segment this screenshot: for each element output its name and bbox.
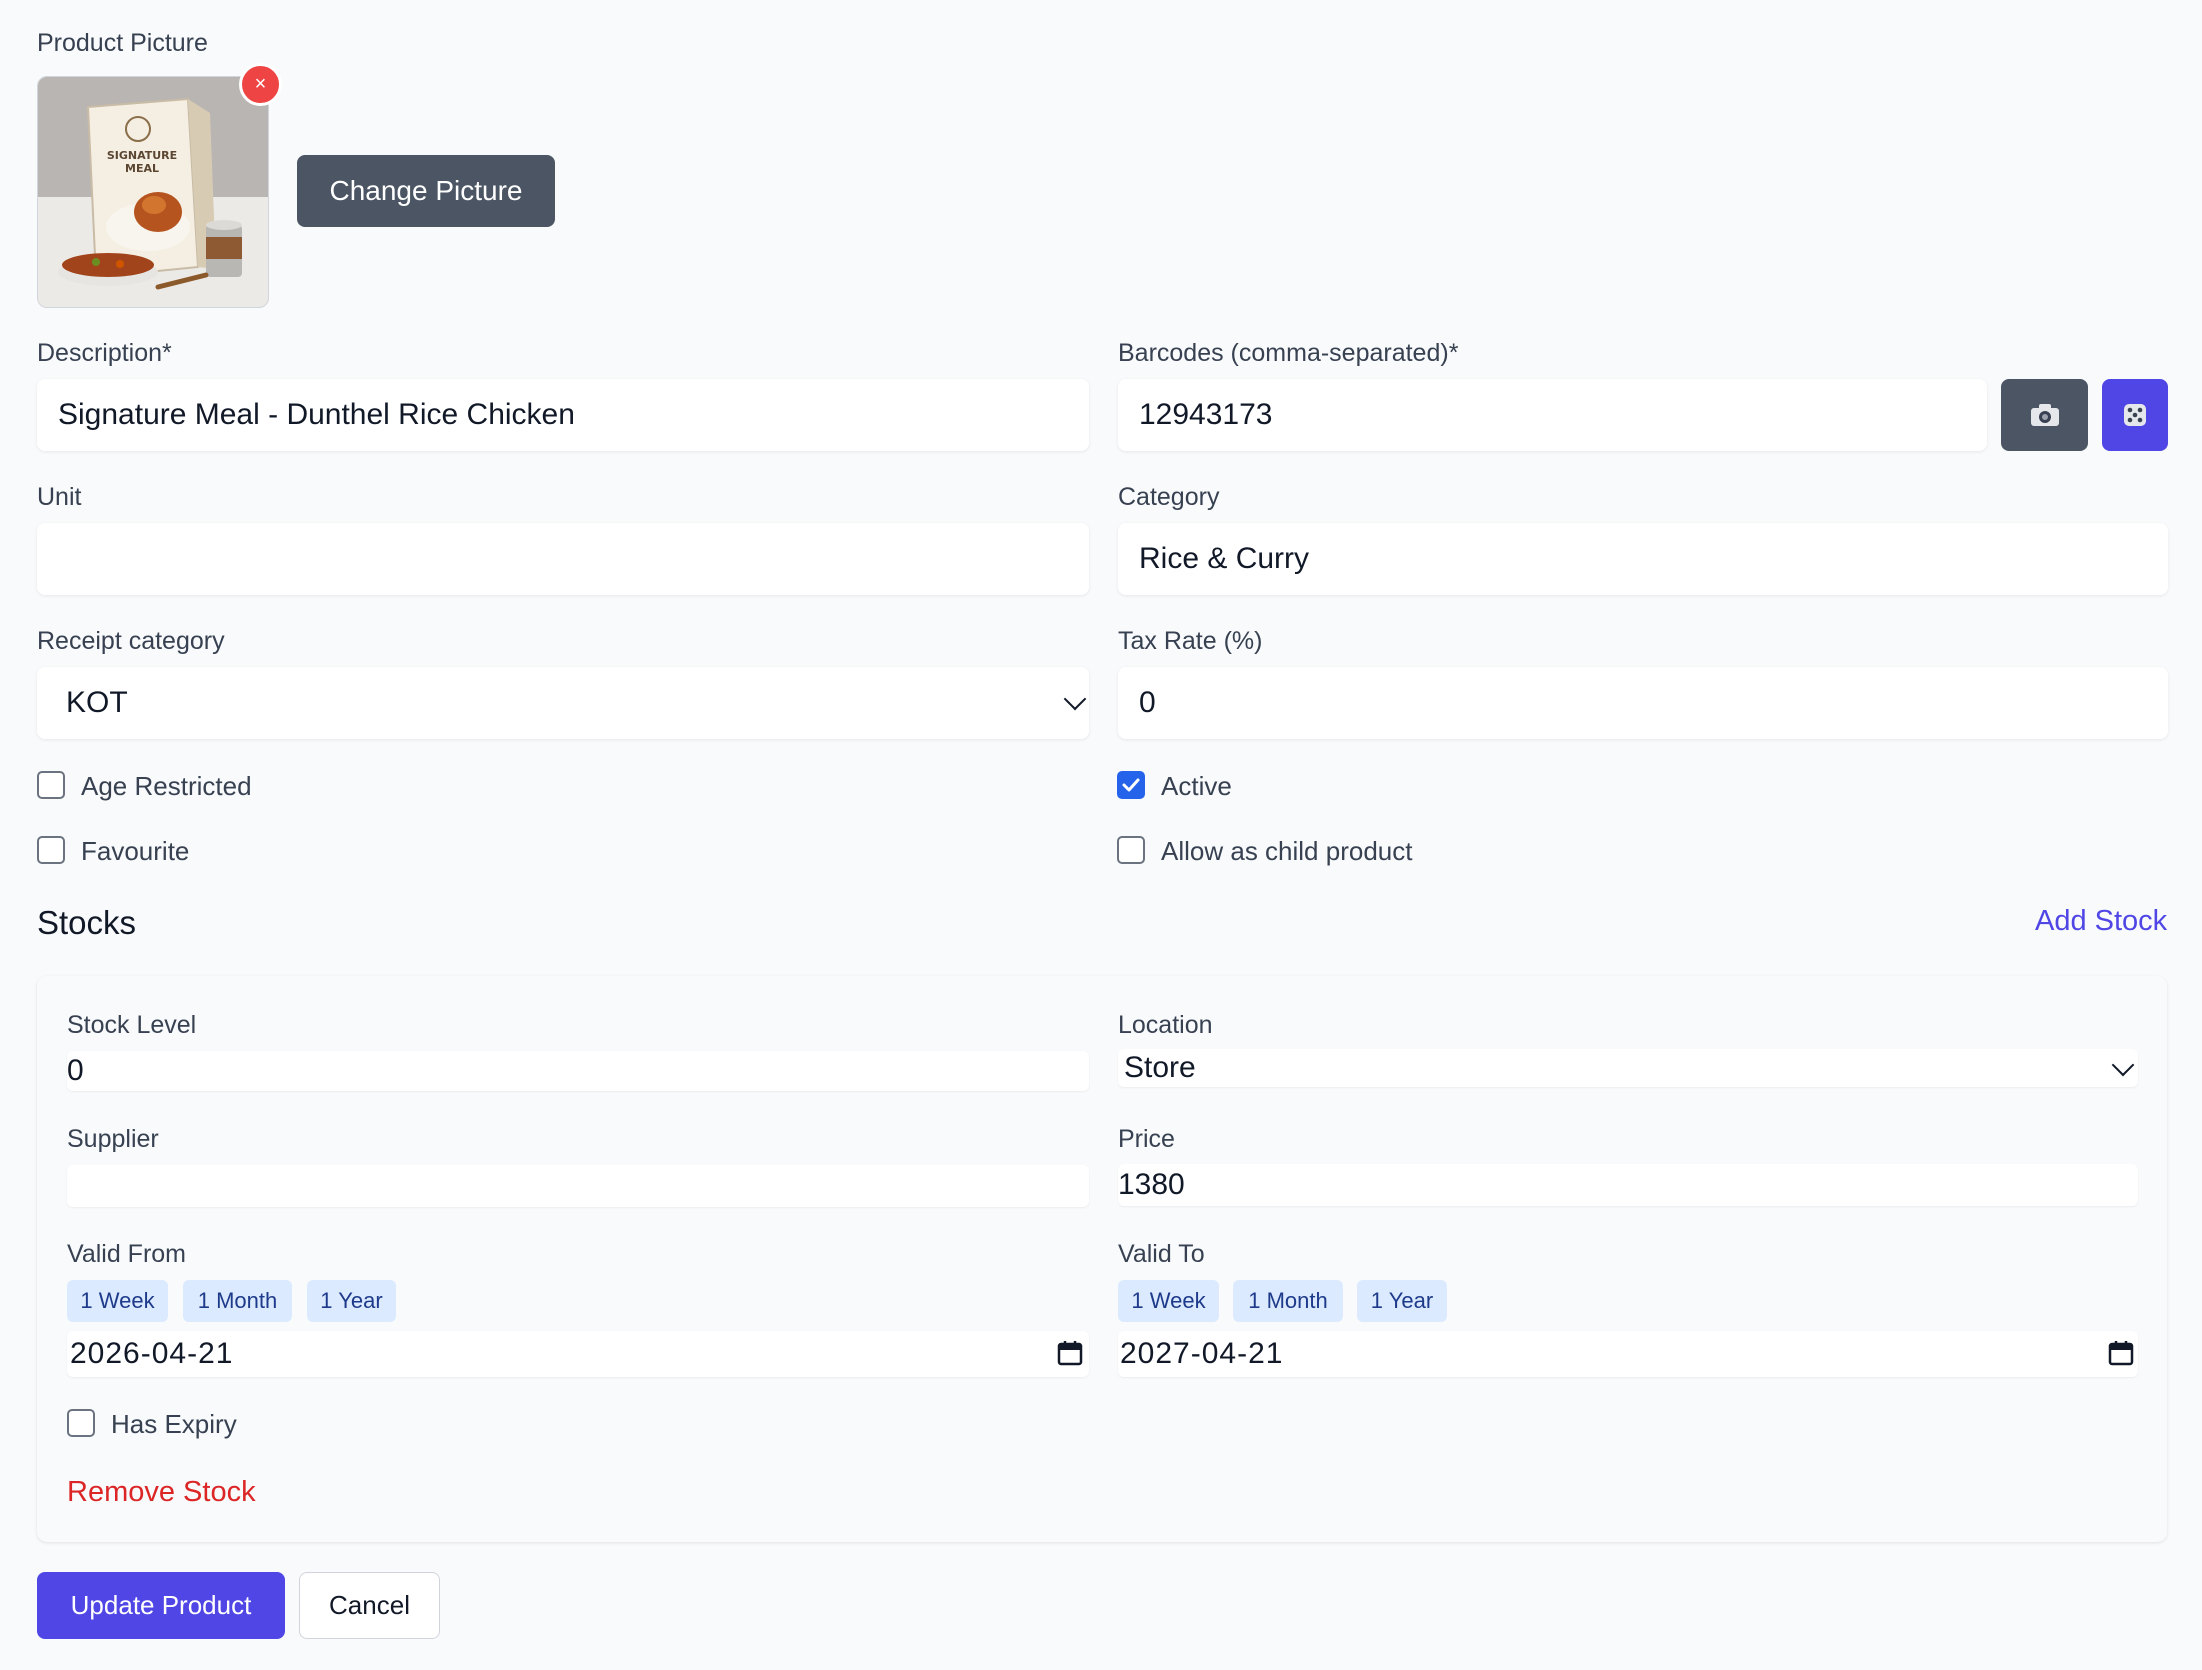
scan-barcode-button[interactable] (2001, 379, 2088, 451)
valid-from-date-input[interactable]: 2026-04-21 (67, 1331, 1089, 1377)
description-label: Description* (37, 339, 172, 367)
barcodes-input[interactable]: 12943173 (1118, 379, 1987, 451)
valid-from-1-year-button[interactable]: 1 Year (307, 1280, 396, 1322)
change-picture-button[interactable]: Change Picture (297, 155, 555, 227)
box-brand-subtext: MEAL (125, 162, 159, 175)
valid-from-label: Valid From (67, 1240, 187, 1268)
update-product-button[interactable]: Update Product (37, 1572, 285, 1639)
active-checkbox[interactable] (1117, 771, 1145, 799)
valid-from-1-month-button[interactable]: 1 Month (183, 1280, 292, 1322)
chevron-down-icon (1063, 687, 1087, 711)
price-input[interactable]: 1380 (1118, 1164, 2138, 1206)
favourite-checkbox[interactable] (37, 836, 65, 864)
barcodes-label: Barcodes (comma-separated)* (1118, 339, 1459, 367)
remove-picture-button[interactable]: × (239, 63, 282, 106)
has-expiry-checkbox[interactable] (67, 1409, 95, 1437)
supplier-label: Supplier (67, 1125, 159, 1153)
receipt-category-value: KOT (66, 686, 128, 719)
allow-child-checkbox[interactable] (1117, 836, 1145, 864)
valid-to-1-week-button[interactable]: 1 Week (1118, 1280, 1219, 1322)
box-brand-text: SIGNATURE (107, 149, 177, 162)
update-product-label: Update Product (70, 1590, 252, 1620)
chevron-down-icon (2111, 1053, 2135, 1077)
location-value: Store (1124, 1051, 1196, 1084)
valid-from-1-week-button[interactable]: 1 Week (67, 1280, 168, 1322)
age-restricted-label: Age Restricted (81, 771, 252, 801)
valid-to-1-year-button[interactable]: 1 Year (1357, 1280, 1447, 1322)
description-value: Signature Meal - Dunthel Rice Chicken (58, 398, 575, 431)
price-value: 1380 (1118, 1168, 1185, 1201)
valid-to-label: Valid To (1118, 1240, 1205, 1268)
valid-from-value: 2026-04-21 (70, 1337, 234, 1370)
stock-level-label: Stock Level (67, 1011, 197, 1039)
receipt-category-label: Receipt category (37, 627, 225, 655)
calendar-icon[interactable] (2108, 1340, 2134, 1366)
product-picture-label: Product Picture (37, 29, 208, 57)
supplier-input[interactable] (67, 1165, 1089, 1207)
tax-rate-label: Tax Rate (%) (1118, 627, 1263, 655)
remove-stock-link[interactable]: Remove Stock (67, 1478, 256, 1507)
close-icon: × (254, 73, 267, 95)
favourite-label: Favourite (81, 836, 190, 866)
description-input[interactable]: Signature Meal - Dunthel Rice Chicken (37, 379, 1089, 451)
receipt-category-select[interactable]: KOT (37, 667, 1089, 739)
generate-barcode-button[interactable] (2102, 379, 2168, 451)
category-label: Category (1118, 483, 1220, 511)
cancel-label: Cancel (329, 1590, 410, 1620)
active-label: Active (1161, 771, 1232, 801)
category-value: Rice & Curry (1139, 542, 1310, 575)
age-restricted-checkbox[interactable] (37, 771, 65, 799)
add-stock-link[interactable]: Add Stock (2035, 907, 2167, 936)
stock-level-input[interactable]: 0 (67, 1051, 1089, 1091)
cancel-button[interactable]: Cancel (299, 1572, 440, 1639)
change-picture-label: Change Picture (329, 175, 523, 206)
tax-rate-value: 0 (1139, 686, 1156, 719)
tax-rate-input[interactable]: 0 (1118, 667, 2168, 739)
has-expiry-label: Has Expiry (111, 1409, 237, 1439)
product-photo-graphic: SIGNATURE MEAL (38, 77, 268, 307)
unit-input[interactable] (37, 523, 1089, 595)
valid-to-1-month-button[interactable]: 1 Month (1233, 1280, 1343, 1322)
checkmark-icon (1122, 778, 1140, 792)
unit-label: Unit (37, 483, 82, 511)
barcodes-value: 12943173 (1139, 398, 1273, 431)
category-input[interactable]: Rice & Curry (1118, 523, 2168, 595)
valid-to-date-input[interactable]: 2027-04-21 (1118, 1331, 2138, 1377)
stock-level-value: 0 (67, 1054, 84, 1087)
location-select[interactable]: Store (1118, 1049, 2138, 1087)
price-label: Price (1118, 1125, 1175, 1153)
valid-to-value: 2027-04-21 (1120, 1337, 1284, 1370)
camera-icon (2030, 404, 2059, 426)
stocks-title: Stocks (37, 904, 137, 941)
location-label: Location (1118, 1011, 1213, 1039)
product-image: SIGNATURE MEAL (37, 76, 269, 308)
allow-child-label: Allow as child product (1161, 836, 1413, 866)
calendar-icon[interactable] (1057, 1340, 1083, 1366)
dice-icon (2124, 404, 2146, 426)
